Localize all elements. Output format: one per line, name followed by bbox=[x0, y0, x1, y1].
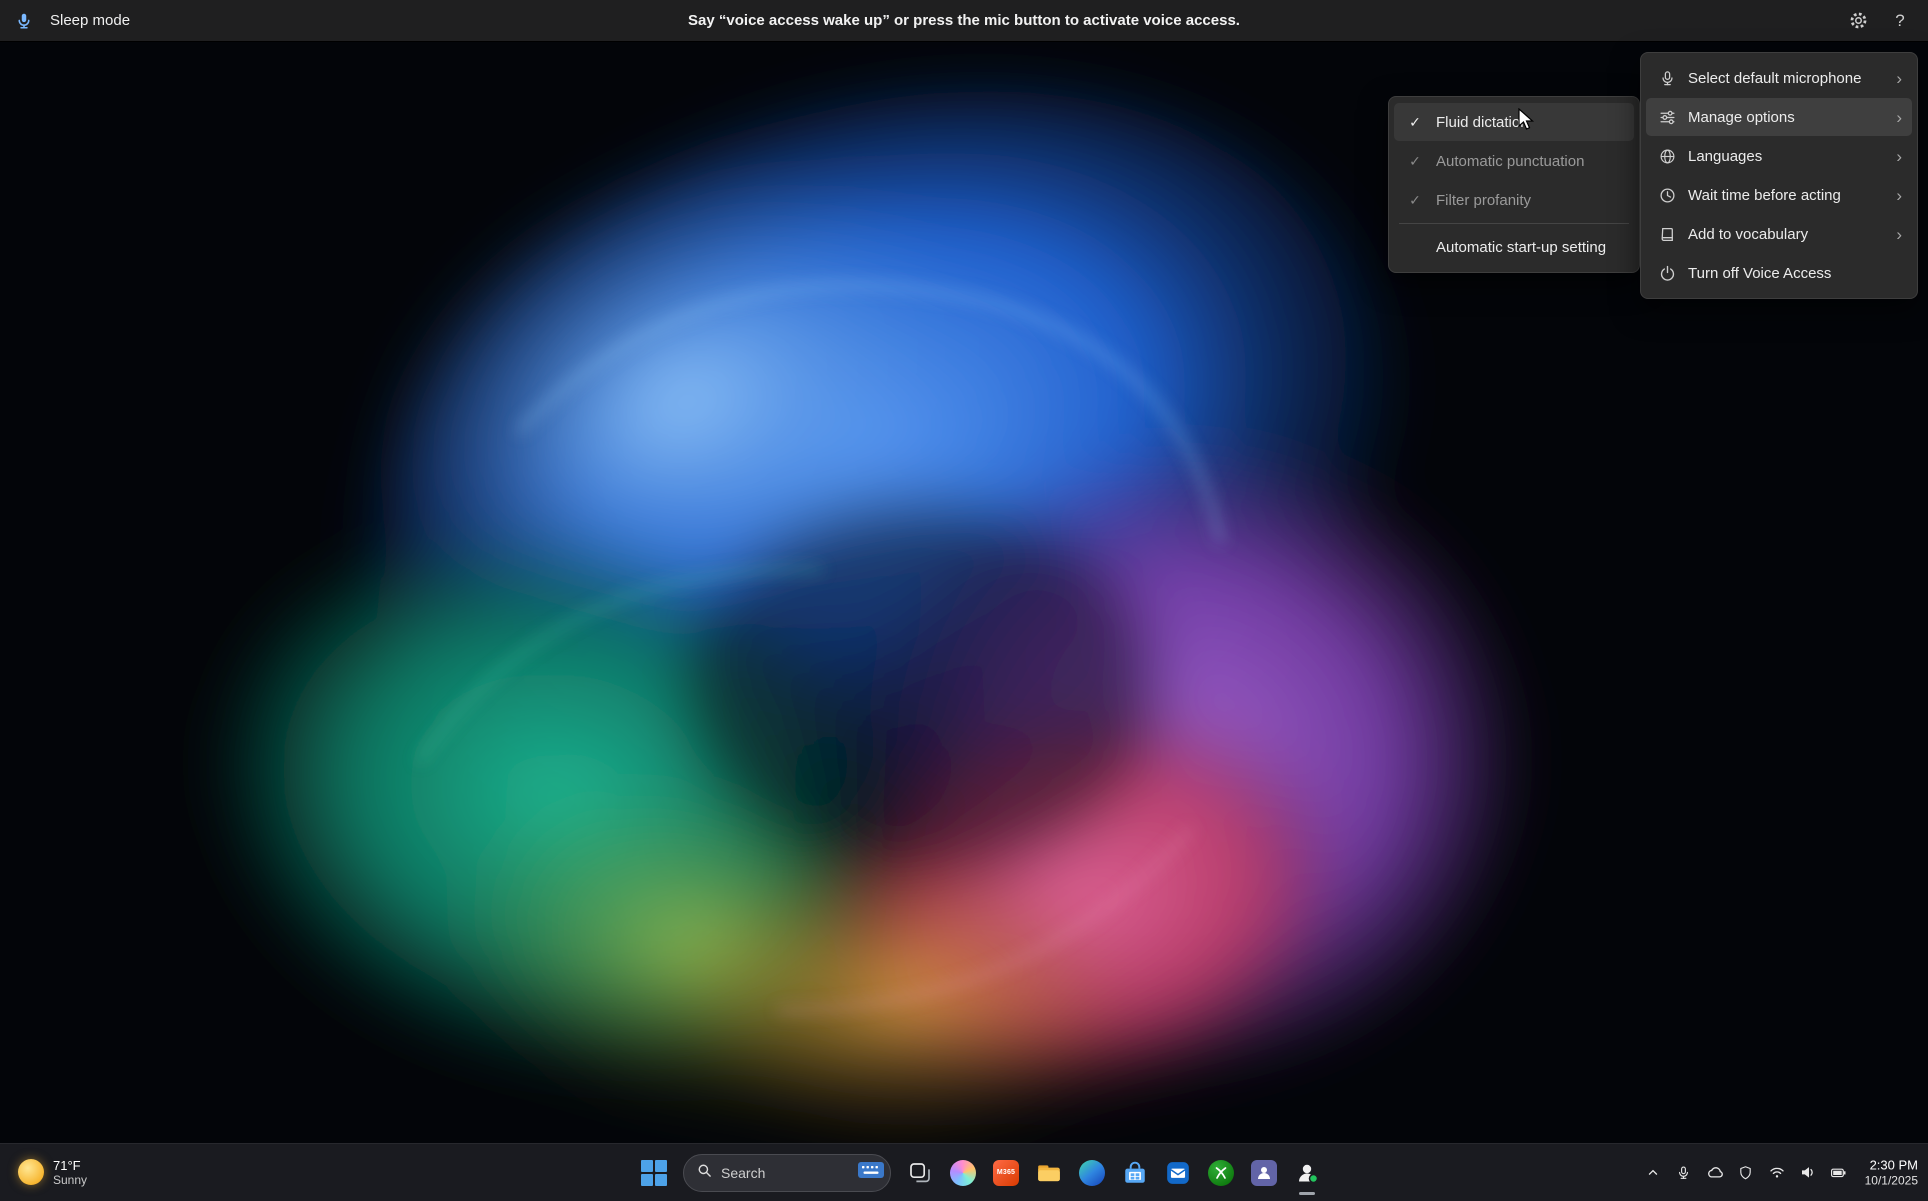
manage-options-submenu: ✓ Fluid dictation ✓ Automatic punctuatio… bbox=[1388, 96, 1640, 273]
m365-label: M365 bbox=[997, 1169, 1015, 1176]
clock-widget[interactable]: 2:30 PM 10/1/2025 bbox=[1861, 1157, 1918, 1188]
voice-access-instruction: Say “voice access wake up” or press the … bbox=[688, 12, 1240, 29]
battery-icon[interactable] bbox=[1830, 1164, 1848, 1182]
copilot-icon[interactable] bbox=[949, 1159, 977, 1187]
tray-microphone-icon[interactable] bbox=[1675, 1164, 1693, 1182]
teams-icon[interactable] bbox=[1250, 1159, 1278, 1187]
sliders-icon bbox=[1656, 109, 1678, 126]
menu-item-add-to-vocabulary[interactable]: Add to vocabulary › bbox=[1646, 215, 1912, 253]
wifi-icon[interactable] bbox=[1768, 1164, 1786, 1182]
onedrive-cloud-icon[interactable] bbox=[1706, 1164, 1724, 1182]
menu-item-fluid-dictation[interactable]: ✓ Fluid dictation bbox=[1394, 103, 1634, 141]
weather-widget[interactable]: 71°F Sunny bbox=[10, 1154, 95, 1192]
m365-copilot-icon[interactable]: M365 bbox=[992, 1159, 1020, 1187]
chevron-right-icon: › bbox=[1890, 109, 1902, 126]
clock-date: 10/1/2025 bbox=[1865, 1173, 1918, 1188]
sun-icon bbox=[18, 1159, 44, 1185]
chevron-right-icon: › bbox=[1890, 148, 1902, 165]
weather-condition: Sunny bbox=[53, 1173, 87, 1187]
menu-item-turn-off-voice-access[interactable]: Turn off Voice Access bbox=[1646, 254, 1912, 292]
outlook-icon[interactable] bbox=[1164, 1159, 1192, 1187]
voice-access-mode-label: Sleep mode bbox=[50, 12, 130, 29]
menu-separator bbox=[1399, 223, 1629, 224]
volume-icon[interactable] bbox=[1799, 1164, 1817, 1182]
check-icon: ✓ bbox=[1404, 192, 1426, 209]
weather-temperature: 71°F bbox=[53, 1158, 87, 1174]
menu-item-manage-options[interactable]: Manage options › bbox=[1646, 98, 1912, 136]
clock-time: 2:30 PM bbox=[1865, 1157, 1918, 1173]
microsoft-store-icon[interactable] bbox=[1121, 1159, 1149, 1187]
file-explorer-icon[interactable] bbox=[1035, 1159, 1063, 1187]
chevron-right-icon: › bbox=[1890, 226, 1902, 243]
microphone-icon bbox=[1656, 70, 1678, 87]
menu-item-automatic-startup-setting[interactable]: Automatic start-up setting bbox=[1394, 228, 1634, 266]
gear-icon[interactable] bbox=[1848, 11, 1868, 31]
book-icon bbox=[1656, 226, 1678, 243]
languages-icon bbox=[1656, 148, 1678, 165]
start-button[interactable] bbox=[640, 1159, 668, 1187]
menu-item-wait-time-before-acting[interactable]: Wait time before acting › bbox=[1646, 176, 1912, 214]
people-app-icon-active[interactable] bbox=[1293, 1159, 1321, 1187]
menu-item-select-default-microphone[interactable]: Select default microphone › bbox=[1646, 59, 1912, 97]
check-icon: ✓ bbox=[1404, 153, 1426, 170]
search-keyboard-icon[interactable] bbox=[857, 1160, 885, 1185]
task-view-button[interactable] bbox=[906, 1159, 934, 1187]
tray-chevron-up-icon[interactable] bbox=[1644, 1164, 1662, 1182]
security-shield-icon[interactable] bbox=[1737, 1164, 1755, 1182]
search-label: Search bbox=[721, 1165, 848, 1181]
menu-item-languages[interactable]: Languages › bbox=[1646, 137, 1912, 175]
menu-item-automatic-punctuation[interactable]: ✓ Automatic punctuation bbox=[1394, 142, 1634, 180]
clock-icon bbox=[1656, 187, 1678, 204]
active-app-indicator bbox=[1299, 1192, 1315, 1195]
search-box[interactable]: Search bbox=[683, 1154, 891, 1192]
voice-access-bar: Sleep mode Say “voice access wake up” or… bbox=[0, 0, 1928, 42]
search-icon bbox=[697, 1163, 712, 1183]
microphone-icon[interactable] bbox=[14, 11, 34, 31]
menu-item-filter-profanity[interactable]: ✓ Filter profanity bbox=[1394, 181, 1634, 219]
check-icon: ✓ bbox=[1404, 114, 1426, 131]
xbox-icon[interactable] bbox=[1207, 1159, 1235, 1187]
taskbar: 71°F Sunny Search bbox=[0, 1143, 1928, 1201]
help-icon[interactable]: ? bbox=[1890, 11, 1910, 31]
edge-icon[interactable] bbox=[1078, 1159, 1106, 1187]
chevron-right-icon: › bbox=[1890, 70, 1902, 87]
chevron-right-icon: › bbox=[1890, 187, 1902, 204]
voice-access-settings-menu: Select default microphone › Manage optio… bbox=[1640, 52, 1918, 299]
power-icon bbox=[1656, 265, 1678, 282]
